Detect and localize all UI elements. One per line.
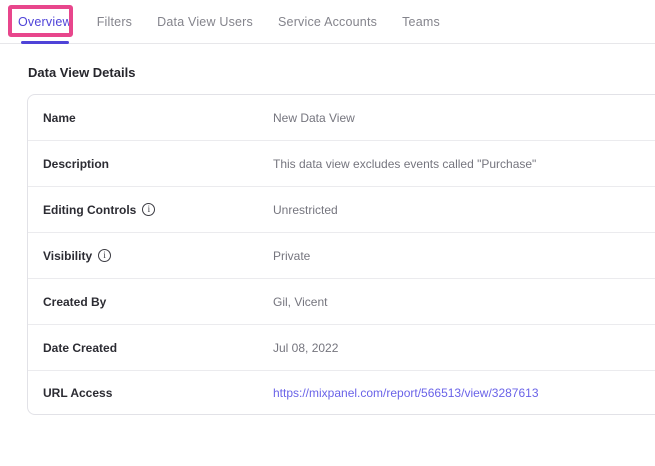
detail-row-url-access: URL Access https://mixpanel.com/report/5… [28,371,655,414]
detail-row-description: Description This data view excludes even… [28,141,655,187]
tab-filters[interactable]: Filters [97,0,132,43]
detail-row-visibility: Visibility i Private [28,233,655,279]
detail-row-created-by: Created By Gil, Vicent [28,279,655,325]
row-value: Private [273,249,310,263]
row-value: Jul 08, 2022 [273,341,338,355]
row-label: URL Access [43,386,273,400]
row-value: Gil, Vicent [273,295,327,309]
row-label-text: Created By [43,295,106,309]
tab-overview[interactable]: Overview [18,0,72,43]
row-value: New Data View [273,111,355,125]
row-label: Visibility i [43,249,273,263]
tab-service-accounts[interactable]: Service Accounts [278,0,377,43]
row-label-text: Description [43,157,109,171]
row-label-text: URL Access [43,386,112,400]
row-label-text: Name [43,111,76,125]
row-label-text: Visibility [43,249,92,263]
info-icon[interactable]: i [142,203,155,216]
row-label-text: Editing Controls [43,203,136,217]
row-label: Editing Controls i [43,203,273,217]
data-view-details-card: Name New Data View Description This data… [27,94,655,415]
detail-row-name: Name New Data View [28,95,655,141]
section-title: Data View Details [28,65,655,80]
row-label: Created By [43,295,273,309]
row-value: This data view excludes events called "P… [273,157,536,171]
detail-row-editing-controls: Editing Controls i Unrestricted [28,187,655,233]
tab-teams[interactable]: Teams [402,0,440,43]
row-label-text: Date Created [43,341,117,355]
tab-data-view-users[interactable]: Data View Users [157,0,253,43]
url-access-link[interactable]: https://mixpanel.com/report/566513/view/… [273,386,539,400]
row-label: Description [43,157,273,171]
info-icon[interactable]: i [98,249,111,262]
settings-tabbar: Overview Filters Data View Users Service… [0,0,655,44]
row-label: Name [43,111,273,125]
row-value: Unrestricted [273,203,338,217]
row-label: Date Created [43,341,273,355]
detail-row-date-created: Date Created Jul 08, 2022 [28,325,655,371]
